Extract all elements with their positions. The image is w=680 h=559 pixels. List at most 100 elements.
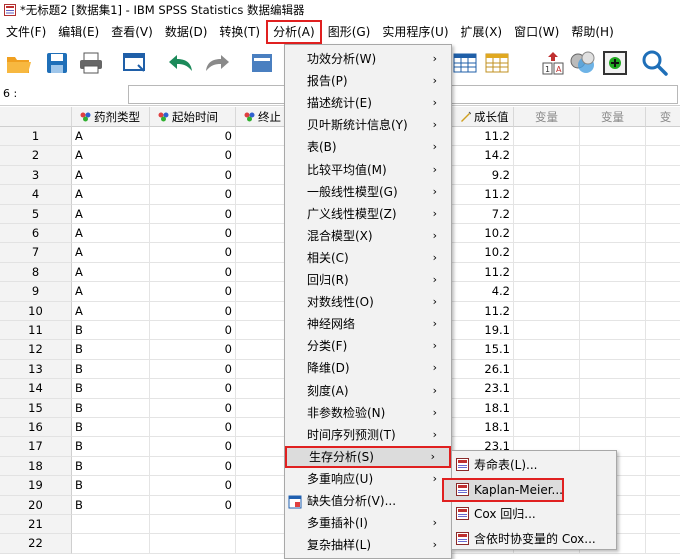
open-folder-icon[interactable] [4, 48, 34, 78]
column-header-end[interactable]: 终止 [236, 107, 286, 127]
row-number[interactable]: 4 [0, 185, 72, 205]
cell-empty[interactable] [580, 359, 646, 380]
cell-empty[interactable] [646, 379, 680, 399]
menu-2[interactable]: 查看(V) [105, 20, 159, 44]
cell-empty[interactable] [646, 360, 680, 380]
cell-empty[interactable] [646, 243, 680, 263]
cell-type[interactable]: B [72, 398, 150, 418]
cell-start[interactable]: 0 [150, 398, 236, 418]
dialog-recall-icon[interactable] [120, 48, 150, 78]
cell-empty[interactable] [514, 185, 580, 205]
column-header-start[interactable]: 起始时间 [150, 107, 236, 127]
cell-grow[interactable]: 18.1 [452, 398, 514, 418]
analyze-menu-item[interactable]: 广义线性模型(Z) › [285, 203, 451, 225]
cell-empty[interactable] [580, 398, 646, 418]
cell-end[interactable] [236, 185, 286, 205]
cell-grow[interactable]: 14.2 [452, 146, 514, 166]
analyze-menu-item[interactable]: 相关(C) › [285, 247, 451, 269]
cell-type[interactable]: B [72, 437, 150, 457]
cell-empty[interactable] [514, 146, 580, 166]
cell-start[interactable]: 0 [150, 185, 236, 205]
menu-4[interactable]: 转换(T) [213, 20, 266, 44]
column-header-var3[interactable]: 变 [646, 107, 680, 127]
cell-end[interactable] [236, 495, 286, 515]
analyze-menu-item[interactable]: 报告(P) › [285, 70, 451, 92]
cell-start[interactable]: 0 [150, 379, 236, 399]
row-number[interactable]: 16 [0, 418, 72, 438]
cell-grow[interactable]: 7.2 [452, 204, 514, 224]
survival-menu-item[interactable]: 含依时协变量的 Cox... [452, 527, 616, 551]
cell-grow[interactable]: 9.2 [452, 165, 514, 186]
cell-type[interactable]: A [72, 165, 150, 186]
cell-end[interactable] [236, 534, 286, 554]
cell-type[interactable]: A [72, 127, 150, 147]
cell-type[interactable]: B [72, 495, 150, 515]
goto-case-icon[interactable] [246, 48, 276, 78]
cell-empty[interactable] [514, 224, 580, 244]
cell-empty[interactable] [514, 127, 580, 147]
cell-end[interactable] [236, 340, 286, 360]
cell-empty[interactable] [646, 534, 680, 554]
column-header-grow[interactable]: 成长值 [452, 107, 514, 127]
cell-end[interactable] [236, 515, 286, 535]
cell-start[interactable]: 0 [150, 165, 236, 186]
row-number[interactable]: 2 [0, 146, 72, 166]
cell-start[interactable]: 0 [150, 437, 236, 457]
cell-empty[interactable] [580, 204, 646, 224]
cell-start[interactable]: 0 [150, 495, 236, 515]
analyze-menu-item[interactable]: 多重响应(U) › [285, 468, 451, 490]
cell-empty[interactable] [514, 340, 580, 360]
cell-empty[interactable] [646, 476, 680, 496]
cell-start[interactable]: 0 [150, 262, 236, 283]
cell-empty[interactable] [646, 399, 680, 418]
analyze-menu-item[interactable]: 对数线性(O) › [285, 291, 451, 313]
menu-6[interactable]: 图形(G) [322, 20, 377, 44]
cell-grow[interactable]: 10.2 [452, 224, 514, 244]
cell-start[interactable]: 0 [150, 418, 236, 438]
cell-type[interactable]: A [72, 204, 150, 224]
cell-end[interactable] [236, 301, 286, 321]
save-icon[interactable] [42, 48, 72, 78]
cell-type[interactable] [72, 534, 150, 554]
cell-type[interactable]: B [72, 340, 150, 360]
cell-grow[interactable]: 15.1 [452, 340, 514, 360]
analyze-menu-item[interactable]: 分类(F) › [285, 335, 451, 357]
cell-start[interactable]: 0 [150, 359, 236, 380]
cell-empty[interactable] [514, 165, 580, 186]
cell-end[interactable] [236, 418, 286, 438]
cell-start[interactable]: 0 [150, 127, 236, 147]
analyze-menu-item[interactable]: 多重插补(I) › [285, 512, 451, 534]
row-number[interactable]: 19 [0, 476, 72, 496]
survival-menu-item[interactable]: 寿命表(L)... [452, 453, 616, 477]
row-number[interactable]: 12 [0, 340, 72, 360]
cell-start[interactable] [150, 515, 236, 535]
cell-empty[interactable] [646, 263, 680, 283]
analyze-menu-item[interactable]: 回归(R) › [285, 269, 451, 291]
menu-8[interactable]: 扩展(X) [455, 20, 509, 44]
value-labels-icon[interactable]: 1A [538, 48, 568, 78]
cell-start[interactable]: 0 [150, 301, 236, 321]
row-number[interactable]: 15 [0, 398, 72, 418]
analyze-menu-item[interactable]: 功效分析(W) › [285, 48, 451, 70]
use-variable-sets-icon[interactable] [568, 48, 598, 78]
cell-empty[interactable] [646, 515, 680, 535]
cell-empty[interactable] [514, 321, 580, 341]
redo-icon[interactable] [202, 48, 232, 78]
print-icon[interactable] [76, 48, 106, 78]
cell-end[interactable] [236, 437, 286, 457]
cell-end[interactable] [236, 146, 286, 166]
cell-empty[interactable] [646, 224, 680, 244]
cell-start[interactable] [150, 534, 236, 554]
analyze-menu-item[interactable]: 贝叶斯统计信息(Y) › [285, 114, 451, 136]
analyze-menu-item[interactable]: 描述统计(E) › [285, 92, 451, 114]
cell-empty[interactable] [646, 282, 680, 302]
cell-type[interactable]: A [72, 185, 150, 205]
cell-empty[interactable] [580, 418, 646, 438]
cell-grow[interactable]: 23.1 [452, 379, 514, 399]
cell-end[interactable] [236, 127, 286, 147]
cell-empty[interactable] [514, 262, 580, 283]
cell-empty[interactable] [646, 302, 680, 321]
analyze-menu-item[interactable]: 生存分析(S) › [285, 445, 451, 468]
analyze-menu-item[interactable]: 复杂抽样(L) › [285, 534, 451, 556]
cell-grow[interactable]: 4.2 [452, 282, 514, 302]
